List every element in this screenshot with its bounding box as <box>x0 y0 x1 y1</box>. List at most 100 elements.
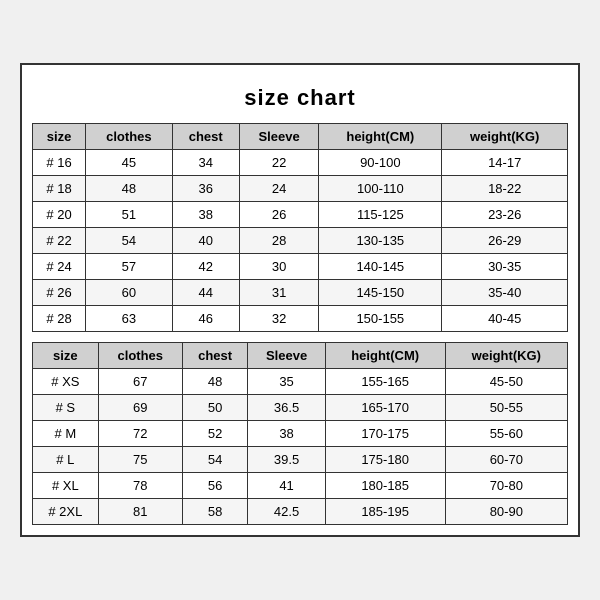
table-cell: 45-50 <box>445 369 567 395</box>
table2-wrapper: sizeclotheschestSleeveheight(CM)weight(K… <box>32 342 568 525</box>
table-cell: 155-165 <box>325 369 445 395</box>
table2-col-header: clothes <box>98 343 182 369</box>
table-cell: 55-60 <box>445 421 567 447</box>
table-cell: # L <box>33 447 99 473</box>
table-cell: 60-70 <box>445 447 567 473</box>
table-cell: 40-45 <box>442 306 568 332</box>
table-cell: 63 <box>86 306 172 332</box>
table-cell: 180-185 <box>325 473 445 499</box>
table-row: # 18483624100-11018-22 <box>33 176 568 202</box>
table2-col-header: Sleeve <box>248 343 325 369</box>
table-cell: 30 <box>239 254 318 280</box>
table-cell: 40 <box>172 228 239 254</box>
table-cell: 32 <box>239 306 318 332</box>
table1-wrapper: sizeclotheschestSleeveheight(CM)weight(K… <box>32 123 568 332</box>
table-row: # 1645342290-10014-17 <box>33 150 568 176</box>
table-cell: # XS <box>33 369 99 395</box>
table2-col-header: chest <box>182 343 248 369</box>
table-row: # XL785641180-18570-80 <box>33 473 568 499</box>
table-cell: 26 <box>239 202 318 228</box>
table-cell: 35 <box>248 369 325 395</box>
table1-header: sizeclotheschestSleeveheight(CM)weight(K… <box>33 124 568 150</box>
table-row: # 2XL815842.5185-19580-90 <box>33 499 568 525</box>
table2-col-header: size <box>33 343 99 369</box>
table-cell: 170-175 <box>325 421 445 447</box>
table1-col-header: chest <box>172 124 239 150</box>
table-cell: 39.5 <box>248 447 325 473</box>
table-cell: 42.5 <box>248 499 325 525</box>
table-row: # S695036.5165-17050-55 <box>33 395 568 421</box>
table-cell: 56 <box>182 473 248 499</box>
table-cell: 22 <box>239 150 318 176</box>
table-cell: 100-110 <box>319 176 442 202</box>
table-row: # 28634632150-15540-45 <box>33 306 568 332</box>
table-cell: 23-26 <box>442 202 568 228</box>
table-cell: 36.5 <box>248 395 325 421</box>
table-cell: # 28 <box>33 306 86 332</box>
table-cell: 46 <box>172 306 239 332</box>
table-cell: 70-80 <box>445 473 567 499</box>
chart-title: size chart <box>32 75 568 123</box>
table-cell: # 2XL <box>33 499 99 525</box>
table-cell: # 22 <box>33 228 86 254</box>
table-cell: 38 <box>248 421 325 447</box>
table-row: # 22544028130-13526-29 <box>33 228 568 254</box>
table-row: # 20513826115-12523-26 <box>33 202 568 228</box>
table2-header: sizeclotheschestSleeveheight(CM)weight(K… <box>33 343 568 369</box>
table-cell: 72 <box>98 421 182 447</box>
table-cell: 67 <box>98 369 182 395</box>
table-cell: 42 <box>172 254 239 280</box>
table-cell: # S <box>33 395 99 421</box>
table-cell: 75 <box>98 447 182 473</box>
table-cell: 51 <box>86 202 172 228</box>
table-cell: # 20 <box>33 202 86 228</box>
table-cell: # 26 <box>33 280 86 306</box>
table-cell: 38 <box>172 202 239 228</box>
table-cell: 36 <box>172 176 239 202</box>
section-divider <box>32 332 568 342</box>
table1-col-header: size <box>33 124 86 150</box>
table2-header-row: sizeclotheschestSleeveheight(CM)weight(K… <box>33 343 568 369</box>
table-cell: 140-145 <box>319 254 442 280</box>
table-cell: 150-155 <box>319 306 442 332</box>
table-cell: 54 <box>182 447 248 473</box>
table-row: # XS674835155-16545-50 <box>33 369 568 395</box>
table-row: # L755439.5175-18060-70 <box>33 447 568 473</box>
table-cell: 57 <box>86 254 172 280</box>
size-table-1: sizeclotheschestSleeveheight(CM)weight(K… <box>32 123 568 332</box>
table-cell: 14-17 <box>442 150 568 176</box>
table-cell: 24 <box>239 176 318 202</box>
table-cell: 18-22 <box>442 176 568 202</box>
table-cell: 34 <box>172 150 239 176</box>
table-cell: 115-125 <box>319 202 442 228</box>
table-cell: 31 <box>239 280 318 306</box>
table-cell: 26-29 <box>442 228 568 254</box>
table1-col-header: Sleeve <box>239 124 318 150</box>
table-cell: 50-55 <box>445 395 567 421</box>
table-cell: # 24 <box>33 254 86 280</box>
table-cell: 69 <box>98 395 182 421</box>
table-cell: 52 <box>182 421 248 447</box>
table-cell: 78 <box>98 473 182 499</box>
table-cell: # XL <box>33 473 99 499</box>
table2-col-header: weight(KG) <box>445 343 567 369</box>
table-cell: 35-40 <box>442 280 568 306</box>
table-cell: 48 <box>182 369 248 395</box>
table-cell: 45 <box>86 150 172 176</box>
table-row: # 26604431145-15035-40 <box>33 280 568 306</box>
table-cell: 50 <box>182 395 248 421</box>
table-cell: 60 <box>86 280 172 306</box>
table-cell: 41 <box>248 473 325 499</box>
table-cell: 81 <box>98 499 182 525</box>
table-row: # M725238170-17555-60 <box>33 421 568 447</box>
table-cell: 30-35 <box>442 254 568 280</box>
size-table-2: sizeclotheschestSleeveheight(CM)weight(K… <box>32 342 568 525</box>
table1-col-header: height(CM) <box>319 124 442 150</box>
table1-col-header: clothes <box>86 124 172 150</box>
size-chart-card: size chart sizeclotheschestSleeveheight(… <box>20 63 580 537</box>
table-cell: 145-150 <box>319 280 442 306</box>
table-cell: 80-90 <box>445 499 567 525</box>
table-cell: # 18 <box>33 176 86 202</box>
table-cell: 130-135 <box>319 228 442 254</box>
table-cell: 185-195 <box>325 499 445 525</box>
